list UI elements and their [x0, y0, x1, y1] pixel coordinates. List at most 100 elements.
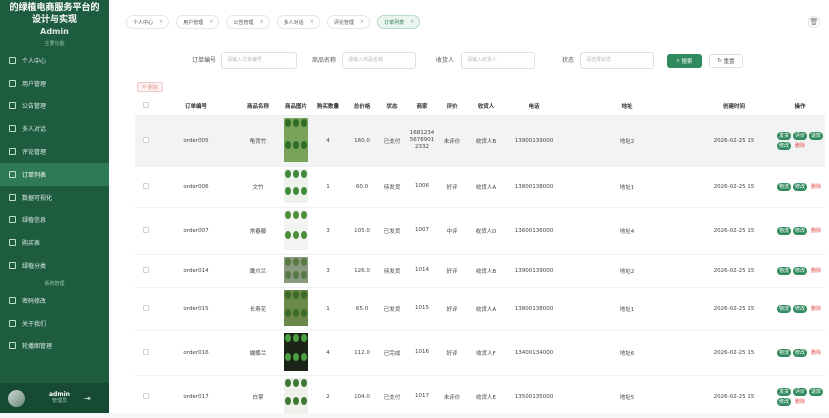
row-action-button[interactable]: 删除	[793, 142, 807, 150]
row-action-button[interactable]: 删除	[809, 227, 823, 235]
close-icon[interactable]: ×	[310, 19, 314, 25]
logout-icon[interactable]: ⇥	[84, 394, 91, 403]
cell-order-no: order015	[157, 286, 235, 330]
row-action-button[interactable]: 修改	[793, 226, 808, 235]
row-checkbox[interactable]	[143, 182, 149, 189]
row-action-button[interactable]: 退款	[809, 387, 824, 396]
row-checkbox[interactable]	[143, 392, 149, 399]
row-action-button[interactable]: 评价	[793, 387, 808, 396]
receiver-label: 收货人	[436, 57, 455, 64]
row-checkbox[interactable]	[143, 226, 149, 233]
row-action-button[interactable]: 修改	[793, 348, 808, 357]
cell-created: 2026-02-25 15	[693, 114, 775, 166]
table-row[interactable]: order015 长寿花 1 65.0 已发货 1015 好评 收货人A 13800138000…	[135, 286, 825, 330]
tab[interactable]: 公告管理 ×	[226, 15, 270, 29]
sidebar-item[interactable]: 个人中心	[0, 49, 109, 72]
row-action-button[interactable]: 物流	[777, 348, 792, 357]
product-image[interactable]	[284, 117, 308, 164]
search-button[interactable]: ⌕ 搜索	[667, 54, 702, 68]
tab[interactable]: 用户管理 ×	[176, 15, 220, 29]
tab[interactable]: 个人中心 ×	[126, 15, 170, 29]
cell-review: 中评	[439, 206, 465, 254]
close-icon[interactable]: ×	[259, 19, 263, 25]
avatar[interactable]	[8, 389, 25, 407]
sidebar-item[interactable]: 订单列表	[0, 162, 109, 186]
cell-receiver: 收货人B	[465, 114, 507, 166]
sidebar-item[interactable]: 多人对话	[0, 117, 109, 140]
row-action-button[interactable]: 物流	[777, 266, 792, 275]
tab-bar: 个人中心 × 用户管理 × 公告管理 × 多人对话 × 评论管理 × 订单列表 ×	[126, 15, 421, 29]
row-action-button[interactable]: 删除	[809, 305, 823, 313]
row-action-button[interactable]: 删除	[793, 398, 807, 406]
table-row[interactable]: order017 白掌 2 104.0 已支付 1017 未评价 收货人E 1350013500…	[135, 374, 825, 418]
row-action-button[interactable]: 删除	[809, 183, 823, 191]
sidebar-item[interactable]: 购买表	[0, 231, 109, 254]
row-action-button[interactable]: 评价	[793, 131, 808, 140]
sidebar-item[interactable]: 评论管理	[0, 140, 109, 163]
order-icon	[9, 170, 16, 178]
product-image[interactable]	[284, 209, 308, 252]
cell-review: 好评	[439, 253, 465, 287]
row-action-button[interactable]: 发货	[777, 131, 792, 140]
tab-label: 用户管理	[183, 19, 204, 26]
row-action-button[interactable]: 修改	[777, 141, 792, 150]
cell-address: 地址6	[561, 329, 693, 375]
close-icon[interactable]: ×	[410, 19, 414, 25]
row-checkbox[interactable]	[143, 266, 149, 273]
sidebar-item[interactable]: 关于我们	[0, 312, 109, 335]
cell-qty: 3	[311, 206, 345, 254]
product-input[interactable]: 请输入商品名称	[342, 52, 416, 69]
sidebar-item[interactable]: 密码修改	[0, 289, 109, 312]
row-checkbox[interactable]	[143, 136, 149, 143]
product-image[interactable]	[284, 332, 308, 373]
sidebar-item[interactable]: 绿植分类	[0, 254, 109, 277]
table-row[interactable]: order005 龟背竹 4 160.0 已支付 1681234 5678901 2332…	[135, 114, 825, 166]
row-action-button[interactable]: 发货	[777, 387, 792, 396]
close-icon[interactable]: ×	[360, 19, 364, 25]
actions-cell: 发货 评价 退款修改 删除	[775, 374, 825, 418]
row-action-button[interactable]: 修改	[793, 182, 808, 191]
product-image-cell	[281, 253, 311, 287]
sidebar-item[interactable]: 轮播图管理	[0, 335, 109, 358]
row-action-button[interactable]: 物流	[777, 304, 792, 313]
select-all-checkbox[interactable]	[143, 102, 149, 109]
row-action-button[interactable]: 删除	[809, 267, 823, 275]
close-icon[interactable]: ×	[209, 19, 213, 25]
product-image[interactable]	[284, 168, 308, 205]
product-image[interactable]	[284, 377, 308, 416]
table-row[interactable]: order006 文竹 1 60.0 待发货 1006 好评 收货人A 13800138000 地…	[135, 165, 825, 207]
trash-icon[interactable]: 🗑	[808, 16, 820, 28]
status-select[interactable]: 请选择状态	[580, 52, 654, 69]
cell-product: 龟背竹	[235, 114, 281, 166]
sidebar-system-menu: 密码修改 关于我们 轮播图管理	[0, 289, 109, 357]
row-action-button[interactable]: 退款	[809, 131, 824, 140]
order-no-input[interactable]: 请输入订单编号	[221, 52, 297, 69]
sidebar-item[interactable]: 数据可视化	[0, 186, 109, 209]
table-row[interactable]: order014 鹰爪兰 3 126.0 待发货 1014 好评 收货人B 1390013900…	[135, 253, 825, 287]
tab[interactable]: 订单列表 ×	[377, 15, 421, 29]
row-action-button[interactable]: 修改	[777, 397, 792, 406]
batch-delete-button[interactable]: ⊖ 删除	[137, 82, 163, 92]
column-header: 商品名称	[235, 98, 281, 115]
close-icon[interactable]: ×	[159, 19, 163, 25]
row-action-button[interactable]: 修改	[793, 266, 808, 275]
reset-button[interactable]: ↻ 重置	[709, 54, 743, 68]
table-row[interactable]: order016 蝴蝶兰 4 112.0 已完成 1016 好评 收货人F 1340013400…	[135, 329, 825, 375]
row-checkbox[interactable]	[143, 348, 149, 355]
row-action-button[interactable]: 修改	[793, 304, 808, 313]
row-action-button[interactable]: 物流	[777, 226, 792, 235]
product-image[interactable]	[284, 289, 308, 328]
receiver-input[interactable]: 请输入收货人	[461, 52, 535, 69]
tab[interactable]: 评论管理 ×	[326, 15, 371, 29]
tab[interactable]: 多人对话 ×	[276, 15, 320, 29]
sidebar-item[interactable]: 绿植信息	[0, 209, 109, 232]
product-image[interactable]	[284, 256, 308, 285]
sidebar-item[interactable]: 公告管理	[0, 95, 109, 118]
row-checkbox[interactable]	[143, 304, 149, 311]
row-action-button[interactable]: 删除	[809, 349, 823, 357]
actions-cell: 物流 修改 删除	[775, 253, 825, 287]
sidebar-item[interactable]: 用户管理	[0, 72, 109, 95]
cell-phone: 13800138000	[507, 165, 561, 207]
row-action-button[interactable]: 物流	[777, 182, 792, 191]
table-row[interactable]: order007 常春藤 3 105.0 已发货 1007 中评 收货人D 1360013600…	[135, 206, 825, 254]
